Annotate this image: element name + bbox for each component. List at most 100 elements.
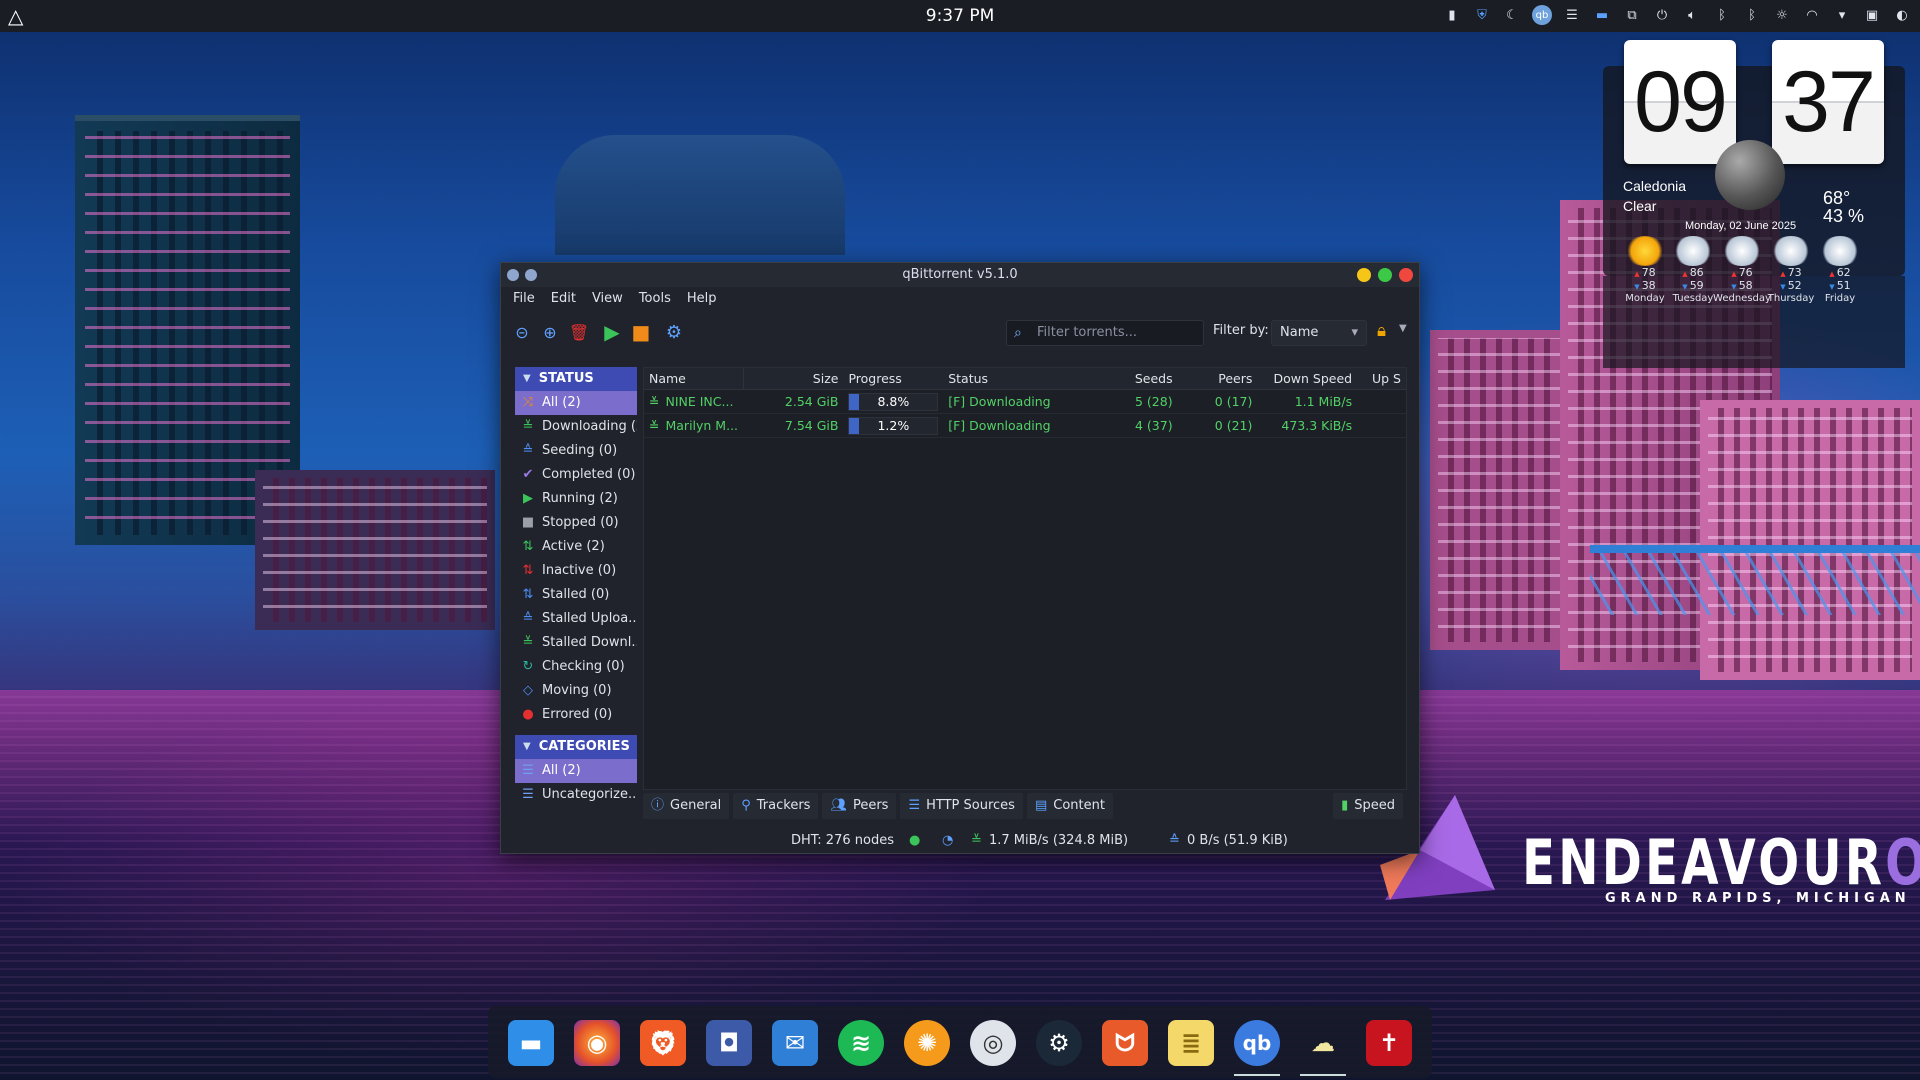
display-icon[interactable]: ▬ (1592, 5, 1612, 25)
logout-icon[interactable]: ◐ (1892, 5, 1912, 25)
add-link-icon[interactable]: ⊝ (511, 321, 533, 343)
menu-file[interactable]: File (505, 287, 543, 311)
categories-header[interactable]: ▼ CATEGORIES (515, 735, 637, 759)
wordmark-main: ENDEAVOUR (1522, 826, 1886, 899)
downloading-icon: ≚ (649, 394, 660, 409)
orange-app-icon[interactable]: ✺ (904, 1020, 950, 1066)
col-up-speed[interactable]: Up S (1357, 368, 1406, 389)
sidebar-item[interactable]: ⇅ Stalled (0) (515, 583, 637, 607)
qbittorrent-tray-icon[interactable]: qb (1532, 5, 1552, 25)
sidebar-item[interactable]: ☰ All (2) (515, 759, 637, 783)
col-size[interactable]: Size (744, 368, 844, 389)
filter-by-select[interactable]: Name (1271, 320, 1367, 346)
sidebar-item[interactable]: ≚ Downloading (2) (515, 415, 637, 439)
filter-torrents-input[interactable]: ⌕ Filter torrents... (1006, 320, 1204, 346)
bluetooth-device-icon[interactable]: ᛒ (1742, 5, 1762, 25)
tab-content[interactable]: ▤ Content (1026, 793, 1113, 819)
files-icon[interactable]: ▬ (508, 1020, 554, 1066)
sidebar-item[interactable]: ● Errored (0) (515, 703, 637, 727)
qbittorrent-dock-icon[interactable]: qb (1234, 1020, 1280, 1076)
window-menu-icon[interactable] (507, 269, 519, 281)
menu-view[interactable]: View (584, 287, 631, 311)
fox-app-icon[interactable]: ᗢ (1102, 1020, 1148, 1066)
global-upload-speed[interactable]: 0 B/s (51.9 KiB) (1187, 829, 1288, 853)
tray-expand-icon[interactable]: ▾ (1832, 5, 1852, 25)
sidebar-item[interactable]: ◇ Moving (0) (515, 679, 637, 703)
torrent-status: [F] Downloading (948, 394, 1051, 409)
window-pin-icon[interactable] (525, 269, 537, 281)
menu-tools[interactable]: Tools (631, 287, 679, 311)
lock-screen-icon[interactable]: ▣ (1862, 5, 1882, 25)
active-icon: ⇅ (522, 539, 534, 554)
col-status[interactable]: Status (943, 368, 1098, 389)
bluetooth-icon[interactable]: ᛒ (1712, 5, 1732, 25)
col-peers[interactable]: Peers (1178, 368, 1258, 389)
clipboard-icon[interactable]: ▮ (1442, 5, 1462, 25)
brave-icon[interactable]: 🦁︎ (640, 1020, 686, 1066)
notes-app-icon[interactable]: ≣ (1168, 1020, 1214, 1066)
sidebar-item[interactable]: ⤨ All (2) (515, 391, 637, 415)
add-torrent-icon[interactable]: ⊕ (539, 321, 561, 343)
sidebar-item[interactable]: ≙ Stalled Uploa... (515, 607, 637, 631)
weather-app-icon[interactable]: ☁ (1300, 1020, 1346, 1076)
webcam-icon[interactable]: ◎ (970, 1020, 1016, 1066)
resume-icon[interactable]: ▶ (601, 320, 623, 344)
sidebar-item[interactable]: ⇅ Inactive (0) (515, 559, 637, 583)
wifi-icon[interactable]: ◠ (1802, 5, 1822, 25)
spotify-icon[interactable]: ≋ (838, 1020, 884, 1066)
sidebar-item[interactable]: ↻ Checking (0) (515, 655, 637, 679)
table-row[interactable]: ≚ NINE INC... 2.54 GiB 8.8% [F] Downloading 5… (644, 390, 1406, 414)
sidebar-item[interactable]: ▶ Running (2) (515, 487, 637, 511)
settings-gear-icon[interactable]: ⚙ (663, 321, 685, 343)
chevron-down-icon[interactable]: ▼ (1399, 323, 1407, 334)
global-download-speed[interactable]: 1.7 MiB/s (324.8 MiB) (989, 829, 1128, 853)
sidebar-item-label: All (2) (542, 395, 581, 410)
steam-icon[interactable]: ⚙ (1036, 1020, 1082, 1066)
maximize-button[interactable] (1378, 268, 1392, 282)
tab-general[interactable]: ⓘ General (643, 793, 730, 819)
col-down-speed[interactable]: Down Speed (1257, 368, 1357, 389)
notes-icon[interactable]: ☰ (1562, 5, 1582, 25)
firefox-icon[interactable]: ◉ (574, 1020, 620, 1066)
brightness-icon[interactable]: ☼ (1772, 5, 1792, 25)
sidebar-item[interactable]: ✔ Completed (0) (515, 463, 637, 487)
progress-text: 1.2% (877, 418, 910, 433)
tab-speed[interactable]: ▮ Speed (1333, 793, 1403, 819)
tab-http-sources[interactable]: ☰ HTTP Sources (900, 793, 1023, 819)
dht-nodes: DHT: 276 nodes (791, 833, 894, 848)
sidebar-item[interactable]: ≚ Stalled Downl... (515, 631, 637, 655)
shield-icon[interactable]: ⛨ (1472, 5, 1492, 25)
sidebar-item[interactable]: ≙ Seeding (0) (515, 439, 637, 463)
speed-limit-icon[interactable]: ◔ (942, 829, 953, 853)
window-titlebar[interactable]: qBittorrent v5.1.0 (501, 263, 1419, 287)
col-name[interactable]: Name (644, 368, 744, 389)
menu-edit[interactable]: Edit (543, 287, 584, 311)
col-seeds[interactable]: Seeds (1098, 368, 1178, 389)
night-mode-icon[interactable]: ☾ (1502, 5, 1522, 25)
screens-icon[interactable]: ⧉ (1622, 5, 1642, 25)
table-row[interactable]: ≚ Marilyn M... 7.54 GiB 1.2% [F] Downloading… (644, 414, 1406, 438)
clock-minute: 37 (1772, 40, 1884, 164)
progress-bar: 8.8% (848, 393, 939, 411)
stop-icon: ■ (521, 515, 535, 530)
sidebar-item[interactable]: ⇅ Active (2) (515, 535, 637, 559)
ghost-app-icon[interactable]: ◘ (706, 1020, 752, 1066)
power-icon[interactable]: ⏻ (1652, 5, 1672, 25)
lock-icon[interactable]: 🔒︎ (1377, 321, 1386, 341)
delete-icon[interactable]: 🗑︎ (568, 321, 590, 343)
status-header[interactable]: ▼ STATUS (515, 367, 637, 391)
mail-icon[interactable]: ✉ (772, 1020, 818, 1066)
close-button[interactable] (1399, 268, 1413, 282)
connection-status-icon[interactable]: ● (909, 829, 920, 853)
sidebar-item[interactable]: ☰ Uncategorize... (515, 783, 637, 807)
uncategorized-icon: ☰ (522, 787, 534, 802)
sidebar-item[interactable]: ■ Stopped (0) (515, 511, 637, 535)
tab-peers[interactable]: 👥︎ Peers (822, 793, 897, 819)
menu-help[interactable]: Help (679, 287, 725, 311)
bible-app-icon[interactable]: ✝ (1366, 1020, 1412, 1066)
col-progress[interactable]: Progress (843, 368, 943, 389)
minimize-button[interactable] (1357, 268, 1371, 282)
volume-icon[interactable]: 🔈︎ (1682, 5, 1702, 25)
pause-icon[interactable]: ■ (630, 320, 652, 344)
tab-trackers[interactable]: ⚲ Trackers (733, 793, 819, 819)
